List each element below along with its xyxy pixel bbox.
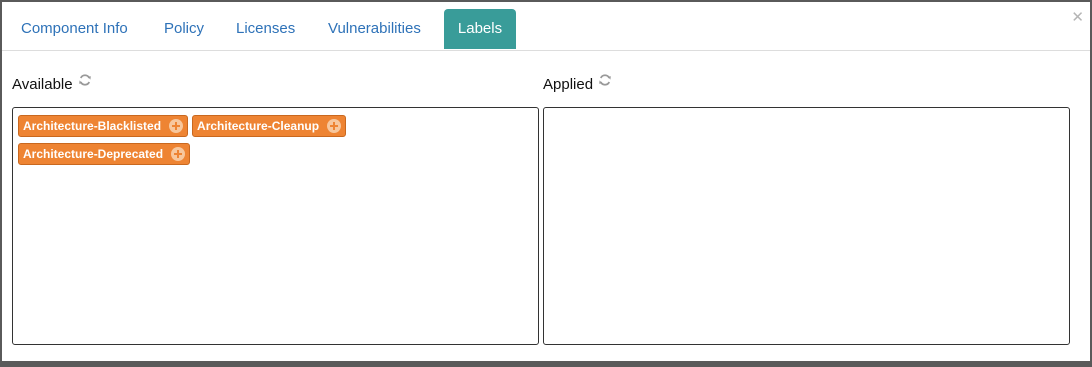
tab-bar: Component Info Policy Licenses Vulnerabi…: [2, 2, 1090, 51]
tab-vulnerabilities[interactable]: Vulnerabilities: [328, 9, 421, 49]
plus-circle-icon[interactable]: [327, 119, 342, 133]
applied-label-list: [544, 108, 1069, 113]
applied-labels-panel: [543, 107, 1070, 345]
plus-circle-icon[interactable]: [169, 119, 184, 133]
tab-licenses[interactable]: Licenses: [236, 9, 295, 49]
available-label-list: Architecture-Blacklisted Architecture-Cle…: [13, 108, 538, 169]
label-chip-text: Architecture-Deprecated: [23, 147, 164, 161]
available-labels-panel: Architecture-Blacklisted Architecture-Cle…: [12, 107, 539, 345]
label-chip[interactable]: Architecture-Deprecated: [18, 143, 191, 165]
label-chip-text: Architecture-Blacklisted: [23, 119, 162, 133]
applied-title: Applied: [543, 76, 594, 93]
tab-component-info[interactable]: Component Info: [21, 9, 128, 49]
tab-labels[interactable]: Labels: [444, 9, 516, 49]
label-dialog: Component Info Policy Licenses Vulnerabi…: [0, 0, 1092, 367]
refresh-icon[interactable]: [598, 72, 612, 94]
close-icon[interactable]: ✕: [1071, 10, 1084, 25]
label-chip[interactable]: Architecture-Cleanup: [192, 115, 347, 137]
tab-policy[interactable]: Policy: [164, 9, 204, 49]
refresh-icon[interactable]: [78, 72, 92, 94]
plus-circle-icon[interactable]: [171, 147, 186, 161]
label-chip[interactable]: Architecture-Blacklisted: [18, 115, 189, 137]
applied-header: Applied: [543, 72, 612, 96]
available-title: Available: [12, 76, 73, 93]
label-chip-text: Architecture-Cleanup: [197, 119, 320, 133]
available-header: Available: [12, 72, 92, 96]
